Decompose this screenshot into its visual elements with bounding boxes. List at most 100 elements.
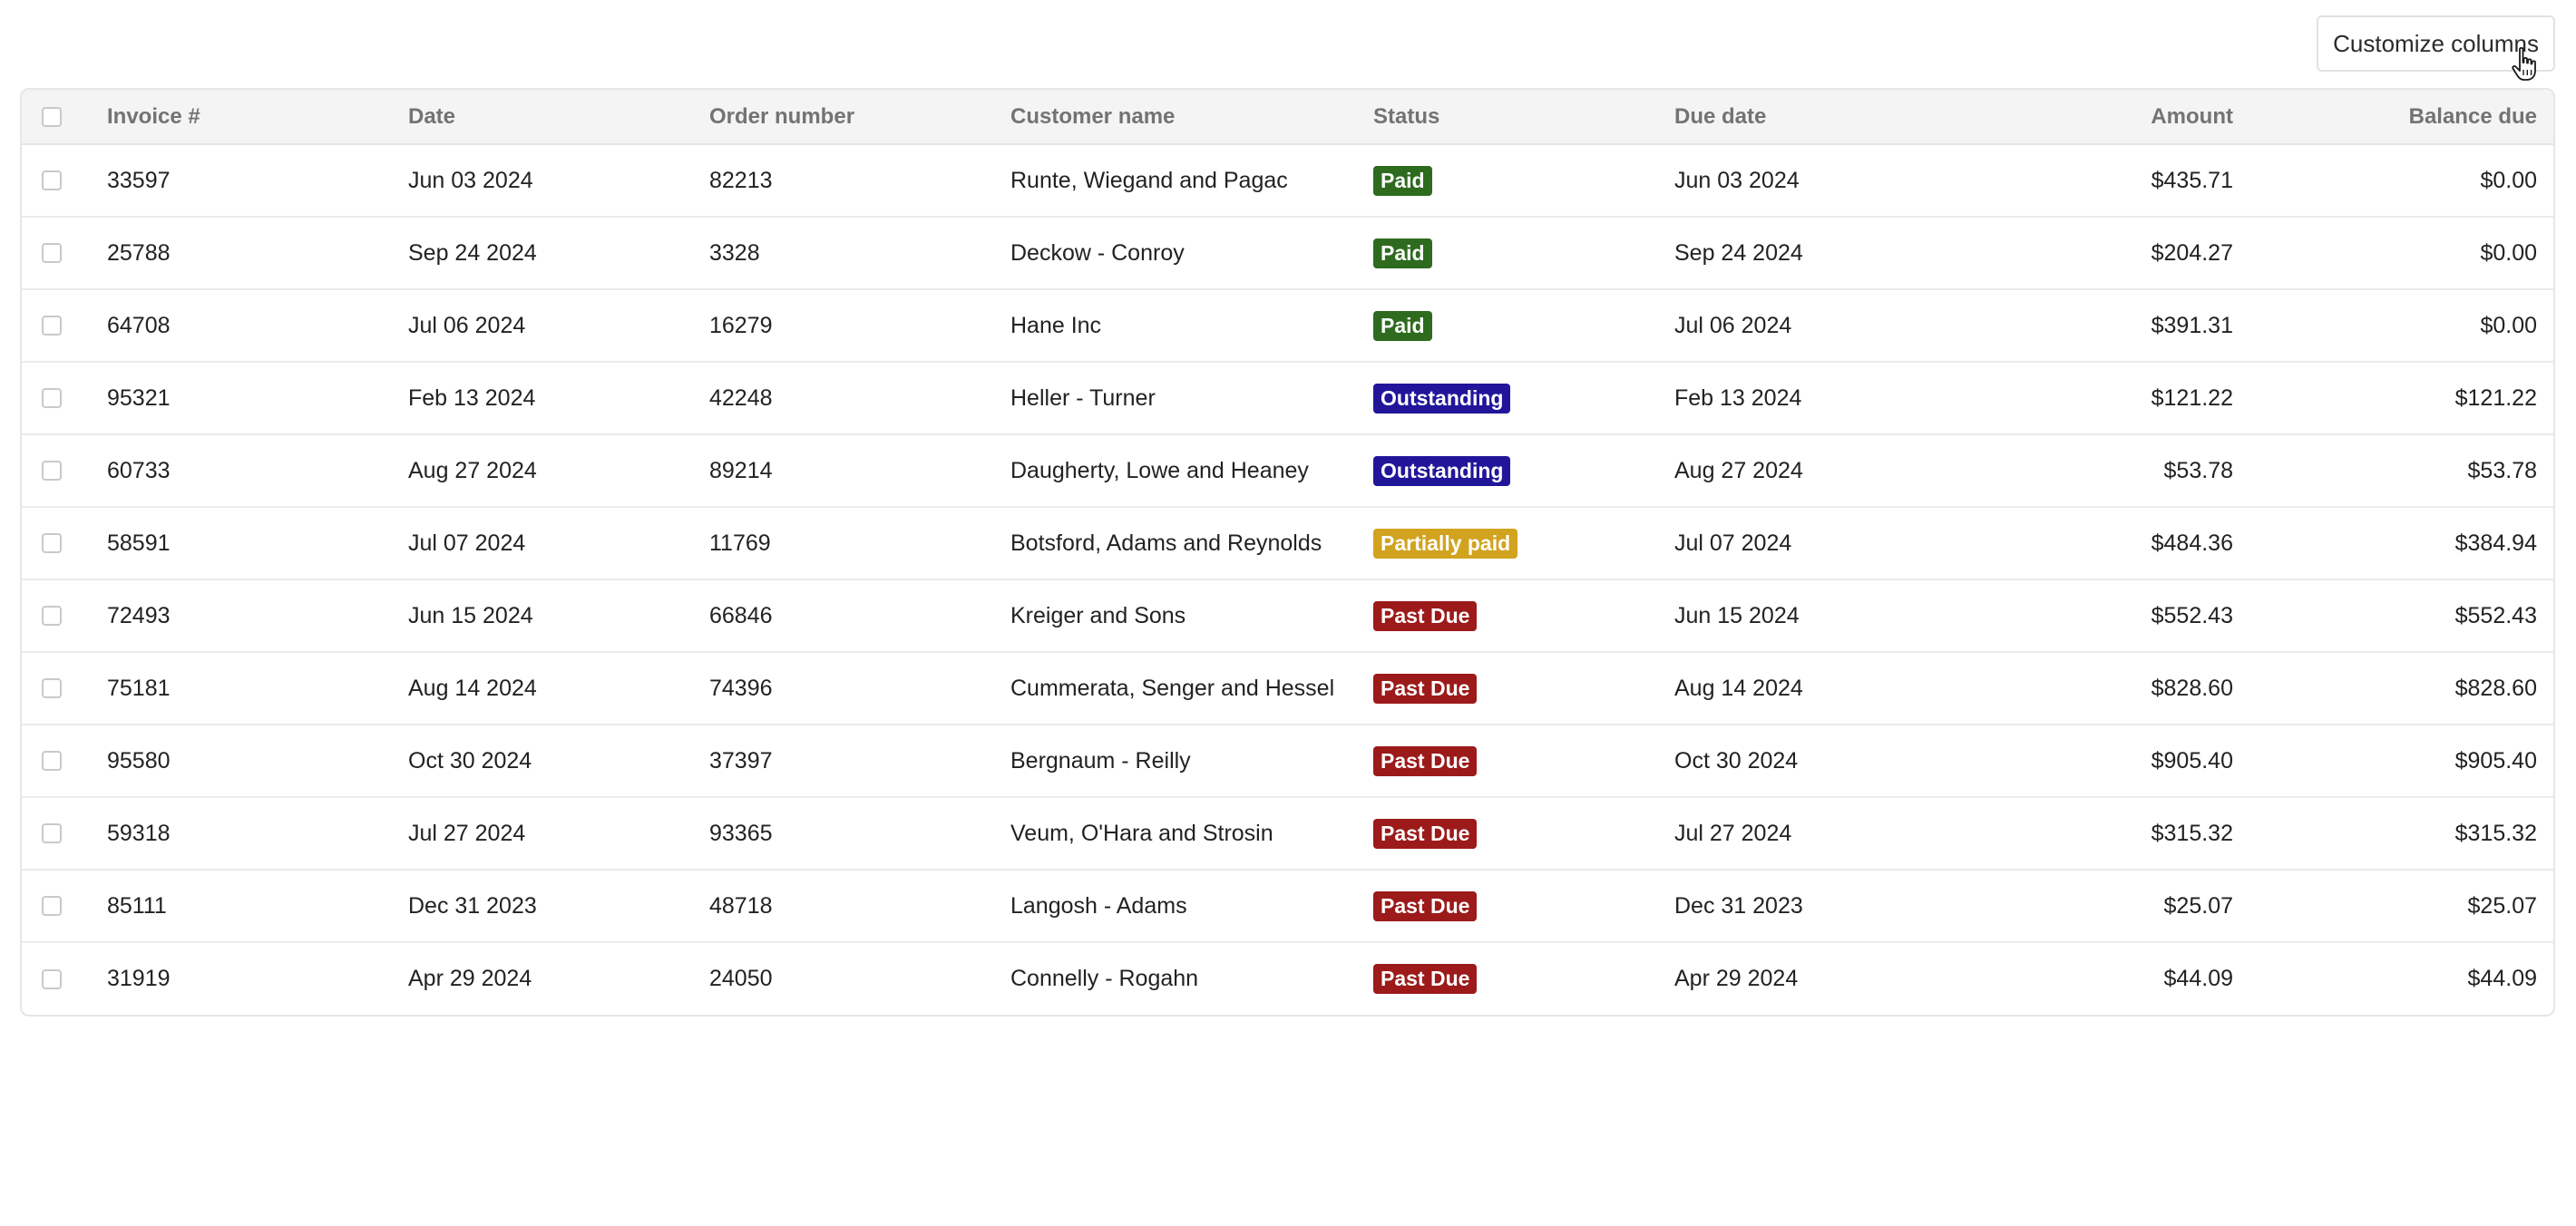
status-badge: Outstanding (1373, 455, 1511, 486)
customize-columns-button[interactable]: Customize columns (2317, 15, 2555, 81)
cell-amount: $204.27 (1976, 216, 2255, 289)
table-row[interactable]: 25788 Sep 24 2024 3328 Deckow - Conroy P… (22, 216, 2553, 289)
row-select-cell (22, 941, 107, 1015)
header-status[interactable]: Status (1373, 90, 1674, 145)
table-header-row: Invoice # Date Order number Customer nam… (22, 90, 2553, 145)
cell-date: Sep 24 2024 (408, 216, 709, 289)
table-row[interactable]: 59318 Jul 27 2024 93365 Veum, O'Hara and… (22, 796, 2553, 870)
cell-amount: $828.60 (1976, 651, 2255, 725)
header-customer-name[interactable]: Customer name (1010, 90, 1373, 145)
cell-date: Jul 06 2024 (408, 288, 709, 362)
row-checkbox[interactable] (42, 316, 62, 336)
cell-due-date: Apr 29 2024 (1674, 941, 1976, 1015)
row-checkbox[interactable] (42, 170, 62, 190)
cell-customer-name: Connelly - Rogahn (1010, 941, 1373, 1015)
row-checkbox[interactable] (42, 461, 62, 481)
cell-order-number: 11769 (709, 506, 1010, 579)
cell-amount: $121.22 (1976, 361, 2255, 434)
row-checkbox[interactable] (42, 968, 62, 989)
table-row[interactable]: 33597 Jun 03 2024 82213 Runte, Wiegand a… (22, 144, 2553, 217)
cell-order-number: 93365 (709, 796, 1010, 870)
header-amount[interactable]: Amount (1976, 90, 2255, 145)
cell-invoice-number: 60733 (107, 433, 408, 507)
cell-customer-name: Veum, O'Hara and Strosin (1010, 796, 1373, 870)
cell-order-number: 74396 (709, 651, 1010, 725)
cell-status: Partially paid (1373, 506, 1674, 579)
cell-amount: $905.40 (1976, 724, 2255, 797)
cell-customer-name: Daugherty, Lowe and Heaney (1010, 433, 1373, 507)
cell-amount: $552.43 (1976, 579, 2255, 652)
table-row[interactable]: 72493 Jun 15 2024 66846 Kreiger and Sons… (22, 579, 2553, 652)
cell-balance-due: $0.00 (2255, 216, 2553, 289)
row-checkbox[interactable] (42, 606, 62, 626)
table-row[interactable]: 31919 Apr 29 2024 24050 Connelly - Rogah… (22, 941, 2553, 1015)
cell-date: Dec 31 2023 (408, 869, 709, 942)
row-checkbox[interactable] (42, 823, 62, 843)
cell-status: Past Due (1373, 869, 1674, 942)
cell-amount: $315.32 (1976, 796, 2255, 870)
cell-invoice-number: 95321 (107, 361, 408, 434)
table-row[interactable]: 95580 Oct 30 2024 37397 Bergnaum - Reill… (22, 724, 2553, 797)
cell-balance-due: $25.07 (2255, 869, 2553, 942)
cell-invoice-number: 58591 (107, 506, 408, 579)
status-badge: Partially paid (1373, 528, 1518, 559)
cell-order-number: 82213 (709, 167, 773, 193)
cell-invoice-number: 33597 (107, 167, 171, 193)
cell-balance-due: $121.22 (2255, 361, 2553, 434)
cell-amount: $53.78 (1976, 433, 2255, 507)
cell-date: Jul 07 2024 (408, 506, 709, 579)
cell-balance-due: $0.00 (2480, 167, 2537, 193)
row-checkbox[interactable] (42, 751, 62, 771)
cell-status: Past Due (1373, 941, 1674, 1015)
cell-due-date: Jun 15 2024 (1674, 579, 1976, 652)
cell-order-number: 48718 (709, 869, 1010, 942)
row-select-cell (22, 579, 107, 652)
cell-invoice-number: 59318 (107, 796, 408, 870)
header-due-date[interactable]: Due date (1674, 90, 1976, 145)
row-checkbox[interactable] (42, 533, 62, 553)
select-all-checkbox[interactable] (42, 106, 62, 127)
status-badge: Past Due (1373, 745, 1478, 776)
row-checkbox[interactable] (42, 388, 62, 408)
cell-due-date: Aug 27 2024 (1674, 433, 1976, 507)
cell-status: Past Due (1373, 796, 1674, 870)
header-date[interactable]: Date (408, 90, 709, 145)
row-checkbox[interactable] (42, 243, 62, 263)
cell-date: Jul 27 2024 (408, 796, 709, 870)
cell-invoice-number: 85111 (107, 869, 408, 942)
cell-order-number: 24050 (709, 941, 1010, 1015)
cell-due-date: Feb 13 2024 (1674, 361, 1976, 434)
cell-due-date: Jul 06 2024 (1674, 288, 1976, 362)
invoices-table: Invoice # Date Order number Customer nam… (20, 88, 2555, 1017)
cell-customer-name: Cummerata, Senger and Hessel (1010, 651, 1373, 725)
header-order-number[interactable]: Order number (709, 90, 1010, 145)
cell-status: Outstanding (1373, 361, 1674, 434)
cell-date: Apr 29 2024 (408, 941, 709, 1015)
table-row[interactable]: 75181 Aug 14 2024 74396 Cummerata, Senge… (22, 651, 2553, 725)
header-select-all (22, 90, 107, 145)
table-row[interactable]: 85111 Dec 31 2023 48718 Langosh - Adams … (22, 869, 2553, 942)
row-checkbox[interactable] (42, 678, 62, 698)
cell-date: Aug 14 2024 (408, 651, 709, 725)
cell-customer-name: Bergnaum - Reilly (1010, 724, 1373, 797)
cell-order-number: 42248 (709, 361, 1010, 434)
row-select-cell (22, 869, 107, 942)
cell-invoice-number: 72493 (107, 579, 408, 652)
row-checkbox[interactable] (42, 896, 62, 916)
cell-balance-due: $315.32 (2255, 796, 2553, 870)
status-badge: Past Due (1373, 673, 1478, 704)
cell-amount: $25.07 (1976, 869, 2255, 942)
header-balance-due[interactable]: Balance due (2255, 90, 2553, 145)
table-row[interactable]: 64708 Jul 06 2024 16279 Hane Inc Paid Ju… (22, 288, 2553, 362)
cell-due-date: Aug 14 2024 (1674, 651, 1976, 725)
cell-customer-name: Langosh - Adams (1010, 869, 1373, 942)
table-row[interactable]: 95321 Feb 13 2024 42248 Heller - Turner … (22, 361, 2553, 434)
toolbar: Customize columns (2317, 15, 2555, 81)
cell-status: Past Due (1373, 724, 1674, 797)
cell-invoice-number: 25788 (107, 216, 408, 289)
table-row[interactable]: 58591 Jul 07 2024 11769 Botsford, Adams … (22, 506, 2553, 579)
cell-balance-due: $905.40 (2255, 724, 2553, 797)
header-invoice-number[interactable]: Invoice # (107, 90, 408, 145)
cell-due-date: Sep 24 2024 (1674, 216, 1976, 289)
table-row[interactable]: 60733 Aug 27 2024 89214 Daugherty, Lowe … (22, 433, 2553, 507)
